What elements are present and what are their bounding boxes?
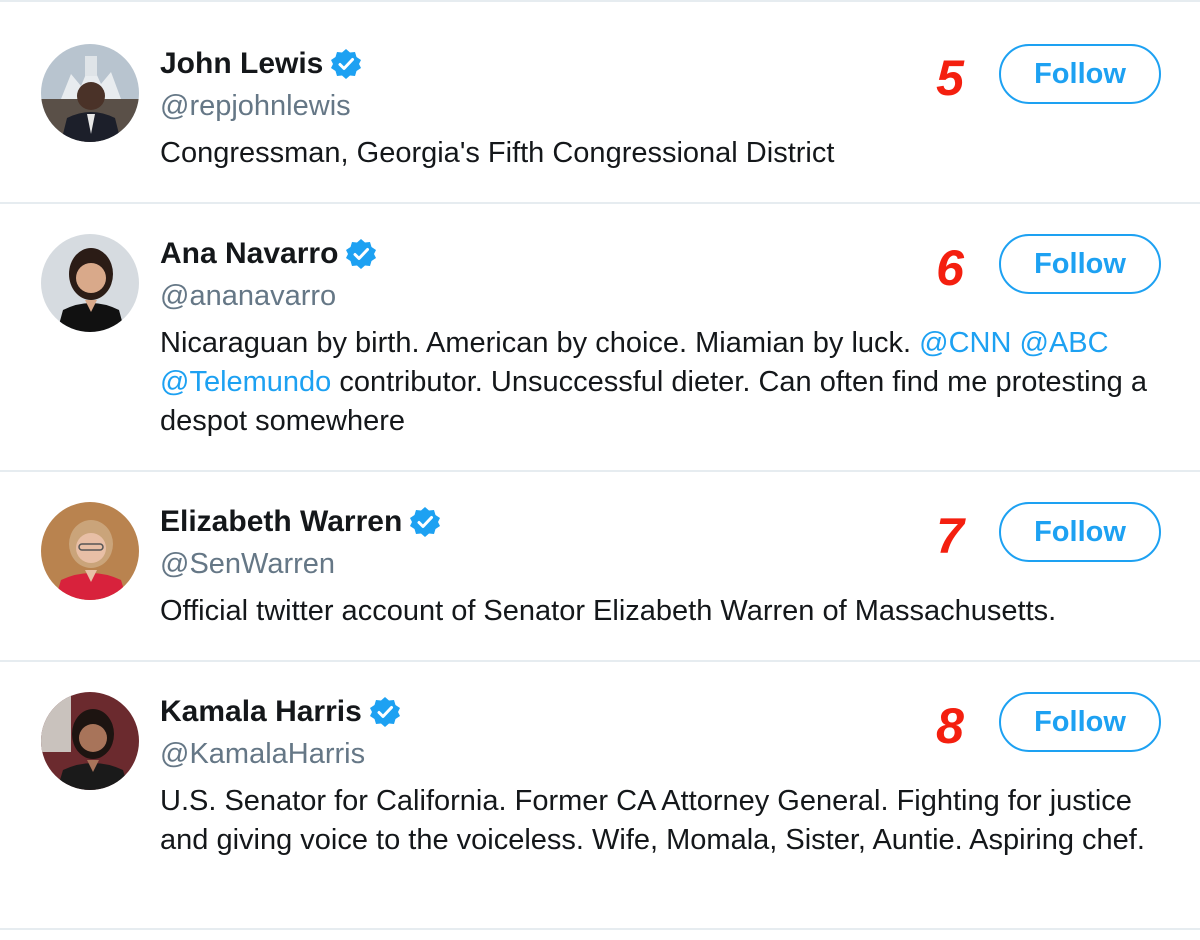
bio-text: Nicaraguan by birth. American by choice.… xyxy=(160,327,920,359)
avatar[interactable] xyxy=(41,692,139,790)
avatar[interactable] xyxy=(41,44,139,142)
user-bio: Official twitter account of Senator Eliz… xyxy=(160,592,1170,631)
user-bio: Congressman, Georgia's Fifth Congression… xyxy=(160,134,1170,173)
follow-button[interactable]: Follow xyxy=(999,502,1161,562)
name-line: John Lewis xyxy=(160,44,363,84)
avatar[interactable] xyxy=(41,502,139,600)
rank-number: 7 xyxy=(936,508,964,564)
rank-number: 6 xyxy=(936,240,964,296)
avatar-image xyxy=(41,502,139,600)
mention-link[interactable]: @CNN xyxy=(919,327,1011,359)
mention-link[interactable]: @Telemundo xyxy=(160,366,331,398)
display-name[interactable]: Ana Navarro xyxy=(160,237,338,271)
verified-badge-icon xyxy=(344,237,378,271)
user-card[interactable]: John Lewis @repjohnlewis Congressman, Ge… xyxy=(0,12,1200,204)
follow-button[interactable]: Follow xyxy=(999,692,1161,752)
user-handle[interactable]: @repjohnlewis xyxy=(160,90,351,123)
avatar-image xyxy=(41,44,139,142)
verified-badge-icon xyxy=(408,505,442,539)
user-card[interactable]: Ana Navarro @ananavarro Nicaraguan by bi… xyxy=(0,202,1200,472)
name-line: Elizabeth Warren xyxy=(160,502,442,542)
rank-number: 8 xyxy=(936,698,964,754)
mention-link[interactable]: @ABC xyxy=(1020,327,1109,359)
user-handle[interactable]: @KamalaHarris xyxy=(160,738,365,771)
avatar-image xyxy=(41,692,139,790)
display-name[interactable]: Kamala Harris xyxy=(160,695,362,729)
user-bio: U.S. Senator for California. Former CA A… xyxy=(160,782,1170,860)
bio-text: U.S. Senator for California. Former CA A… xyxy=(160,785,1145,856)
verified-badge-icon xyxy=(329,47,363,81)
display-name[interactable]: John Lewis xyxy=(160,47,323,81)
name-line: Kamala Harris xyxy=(160,692,402,732)
bio-text xyxy=(1011,327,1019,359)
follow-button[interactable]: Follow xyxy=(999,234,1161,294)
who-to-follow-list: John Lewis @repjohnlewis Congressman, Ge… xyxy=(0,0,1200,940)
name-line: Ana Navarro xyxy=(160,234,378,274)
user-handle[interactable]: @ananavarro xyxy=(160,280,336,313)
bio-text: Congressman, Georgia's Fifth Congression… xyxy=(160,137,835,169)
user-handle[interactable]: @SenWarren xyxy=(160,548,335,581)
avatar[interactable] xyxy=(41,234,139,332)
user-bio: Nicaraguan by birth. American by choice.… xyxy=(160,324,1170,441)
user-card[interactable]: Kamala Harris @KamalaHarris U.S. Senator… xyxy=(0,660,1200,930)
rank-number: 5 xyxy=(936,50,964,106)
follow-button[interactable]: Follow xyxy=(999,44,1161,104)
verified-badge-icon xyxy=(368,695,402,729)
avatar-image xyxy=(41,234,139,332)
bio-text: Official twitter account of Senator Eliz… xyxy=(160,595,1057,627)
user-card[interactable]: Elizabeth Warren @SenWarren Official twi… xyxy=(0,470,1200,662)
display-name[interactable]: Elizabeth Warren xyxy=(160,505,402,539)
